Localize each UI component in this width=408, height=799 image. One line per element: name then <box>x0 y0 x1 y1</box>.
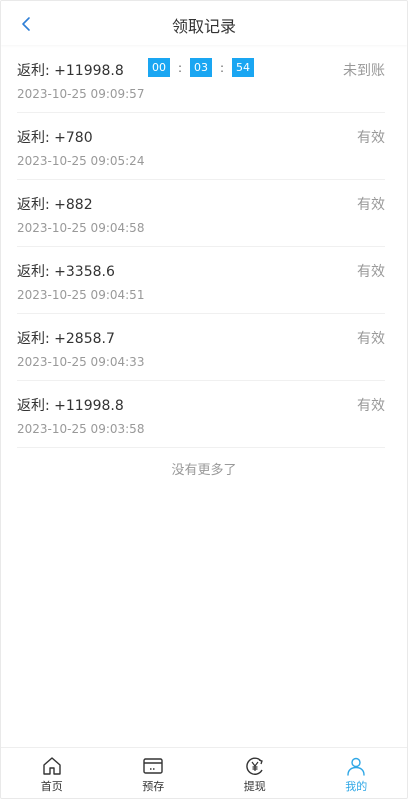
tab-withdraw[interactable]: 提现 <box>204 748 306 798</box>
record-amount: 返利: +11998.8 <box>17 398 124 414</box>
record-amount: 返利: +3358.6 <box>17 264 115 280</box>
home-icon <box>43 757 61 775</box>
record-status: 有效 <box>357 130 385 146</box>
record-status: 有效 <box>357 398 385 414</box>
tab-mine[interactable]: 我的 <box>306 748 408 798</box>
record-time: 2023-10-25 09:03:58 <box>17 422 145 436</box>
record-amount: 返利: +882 <box>17 197 93 213</box>
app-frame: 领取记录 返利: +11998.8 00 : 03 : 54 未到账 2023-… <box>0 0 408 799</box>
record-item: 返利: +882 有效 2023-10-25 09:04:58 <box>17 181 385 247</box>
countdown-seconds: 54 <box>232 58 254 77</box>
card-icon <box>143 758 163 774</box>
yuan-withdraw-icon <box>246 757 263 775</box>
tab-label: 我的 <box>345 780 368 793</box>
record-amount: 返利: +780 <box>17 130 93 146</box>
record-list: 返利: +11998.8 00 : 03 : 54 未到账 2023-10-25… <box>17 47 385 449</box>
record-status: 有效 <box>357 331 385 347</box>
record-amount: 返利: +11998.8 <box>17 63 124 79</box>
user-icon <box>347 757 365 776</box>
no-more-text: 没有更多了 <box>171 463 237 478</box>
record-item: 返利: +3358.6 有效 2023-10-25 09:04:51 <box>17 248 385 314</box>
tab-bar: 首页 预存 提现 我的 <box>1 747 407 798</box>
record-time: 2023-10-25 09:04:33 <box>17 355 145 369</box>
record-item: 返利: +11998.8 00 : 03 : 54 未到账 2023-10-25… <box>17 47 385 113</box>
countdown-minutes: 03 <box>190 58 212 77</box>
tab-label: 预存 <box>142 780 165 793</box>
record-time: 2023-10-25 09:09:57 <box>17 87 145 101</box>
countdown-separator: : <box>177 60 183 75</box>
record-item: 返利: +11998.8 有效 2023-10-25 09:03:58 <box>17 382 385 448</box>
record-time: 2023-10-25 09:04:58 <box>17 221 145 235</box>
tab-deposit[interactable]: 预存 <box>103 748 205 798</box>
record-status: 未到账 <box>343 63 385 79</box>
tab-label: 提现 <box>243 780 266 793</box>
record-status: 有效 <box>357 264 385 280</box>
countdown-separator: : <box>219 60 225 75</box>
record-amount: 返利: +2858.7 <box>17 331 115 347</box>
countdown-timer: 00 : 03 : 54 <box>148 58 254 77</box>
record-item: 返利: +780 有效 2023-10-25 09:05:24 <box>17 114 385 180</box>
page-title: 领取记录 <box>171 17 236 36</box>
record-time: 2023-10-25 09:05:24 <box>17 154 145 168</box>
countdown-hours: 00 <box>148 58 170 77</box>
tab-label: 首页 <box>40 780 63 793</box>
tab-home[interactable]: 首页 <box>1 748 103 798</box>
record-time: 2023-10-25 09:04:51 <box>17 288 145 302</box>
record-item: 返利: +2858.7 有效 2023-10-25 09:04:33 <box>17 315 385 381</box>
record-status: 有效 <box>357 197 385 213</box>
nav-bar: 领取记录 <box>1 1 407 45</box>
